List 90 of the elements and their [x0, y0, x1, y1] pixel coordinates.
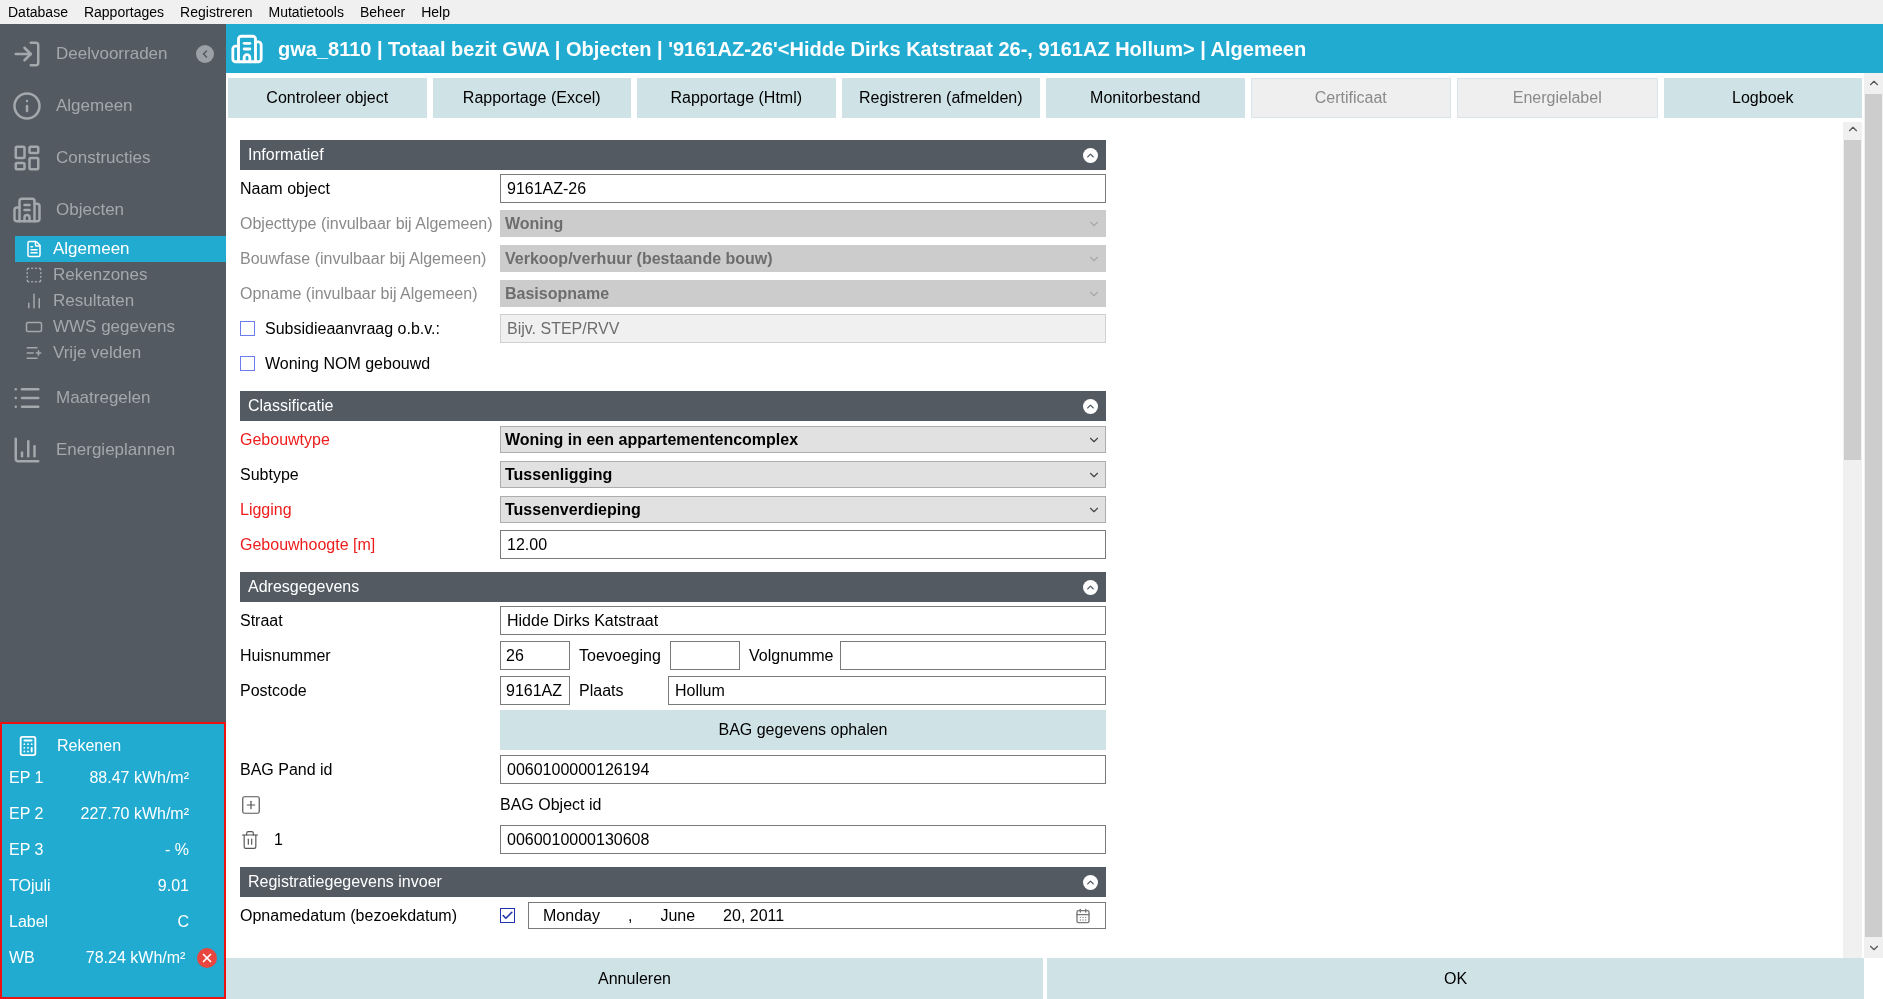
section-header[interactable]: Classificatie: [240, 391, 1106, 421]
row-index: 1: [274, 829, 283, 850]
metric-label: EP 2: [9, 804, 45, 824]
bar-chart-icon: [12, 435, 42, 465]
calculator-icon: [17, 735, 39, 757]
menu-item[interactable]: Rapportages: [83, 1, 165, 23]
footer-button[interactable]: OK: [1047, 958, 1864, 999]
menu-item[interactable]: Help: [421, 1, 450, 23]
metric-label: EP 1: [9, 768, 45, 788]
metric-label: WB: [9, 948, 36, 968]
metric-value: C: [176, 912, 189, 932]
fetch-button[interactable]: BAG gegevens ophalen: [500, 710, 1106, 750]
header-title: gwa_8110 | Totaal bezit GWA | Objecten | '9161AZ-26'<Hidde Dirks Katstraat 26-, 9161AZ Hollum> | Algemeen: [278, 36, 1307, 62]
metric-value: 78.24 kWh/m²: [84, 948, 186, 968]
field-label: Gebouwhoogte [m]: [240, 534, 377, 555]
info-icon: [12, 91, 42, 121]
text-field[interactable]: Hidde Dirks Katstraat: [500, 606, 1106, 635]
checkbox-label: Woning NOM gebouwd: [265, 353, 431, 374]
section-header[interactable]: Informatief: [240, 140, 1106, 170]
bar-chart-icon: [25, 292, 43, 310]
text-field[interactable]: 12.00: [500, 530, 1106, 559]
dropdown[interactable]: Tussenverdieping: [500, 496, 1106, 523]
checkbox[interactable]: [500, 908, 515, 923]
toolbar-button[interactable]: Registreren (afmelden): [841, 78, 1040, 118]
metric-value: - %: [164, 840, 189, 860]
text-field[interactable]: [840, 641, 1106, 670]
metric-value: 88.47 kWh/m²: [88, 768, 189, 788]
checkbox-label: Subsidieaanvraag o.b.v.:: [265, 318, 440, 339]
menu-item[interactable]: Mutatietools: [268, 1, 344, 23]
toolbar-button[interactable]: Controleer object: [228, 78, 427, 118]
field-label: Volgnumme: [748, 645, 835, 666]
field-label: Objecttype (invulbaar bij Algemeen): [240, 213, 494, 234]
metric-value: 9.01: [156, 876, 189, 896]
text-field[interactable]: Hollum: [668, 676, 1106, 705]
text-field[interactable]: 9161AZ: [500, 676, 570, 705]
calendar-icon[interactable]: [1075, 907, 1091, 924]
collapse-icon[interactable]: [1083, 398, 1098, 414]
field-label: BAG Object id: [500, 794, 602, 815]
metric-value: 227.70 kWh/m²: [79, 804, 189, 824]
checkbox[interactable]: [240, 356, 255, 371]
text-field[interactable]: 0060100000126194: [500, 755, 1106, 784]
checkbox[interactable]: [240, 321, 255, 336]
date-picker[interactable]: Monday , June 20, 2011: [528, 902, 1106, 929]
delete-icon[interactable]: [240, 829, 260, 850]
menu-item[interactable]: Database: [8, 1, 68, 23]
building-icon: [12, 195, 42, 225]
field-label: Gebouwtype: [240, 429, 331, 450]
toolbar-button[interactable]: Logboek: [1663, 78, 1862, 118]
toolbar-button[interactable]: Rapportage (Html): [637, 78, 836, 118]
field-label: Naam object: [240, 178, 331, 199]
metric-label: Label: [9, 912, 50, 932]
dashed-square-icon: [25, 266, 43, 284]
section-header[interactable]: Registratiegegevens invoer: [240, 867, 1106, 897]
field-label: Toevoeging: [578, 645, 662, 666]
text-field[interactable]: [670, 641, 740, 670]
section-header[interactable]: Adresgegevens: [240, 572, 1106, 602]
text-field[interactable]: 0060010000130608: [500, 825, 1106, 854]
field-label: Subtype: [240, 464, 300, 485]
metric-label: EP 3: [9, 840, 45, 860]
field-label: Plaats: [578, 680, 625, 701]
layout-icon: [12, 143, 42, 173]
document-icon: [25, 240, 43, 258]
toolbar-button[interactable]: Rapportage (Excel): [432, 78, 631, 118]
dropdown[interactable]: Woning in een appartementencomplex: [500, 426, 1106, 453]
field-label: Opname (invulbaar bij Algemeen): [240, 283, 479, 304]
list-plus-icon: [25, 344, 43, 362]
field-label: Opnamedatum (bezoekdatum): [240, 905, 458, 926]
metric-label: TOjuli: [9, 876, 52, 896]
collapse-icon[interactable]: [1083, 874, 1098, 890]
field-label: Huisnummer: [240, 645, 332, 666]
dropdown[interactable]: Tussenligging: [500, 461, 1106, 488]
add-icon[interactable]: [240, 793, 262, 816]
text-field[interactable]: 9161AZ-26: [500, 174, 1106, 203]
field-label: BAG Pand id: [240, 759, 334, 780]
scrollbar[interactable]: [1843, 122, 1862, 958]
scrollbar[interactable]: [1864, 73, 1883, 958]
panel-title: Rekenen: [57, 736, 122, 756]
login-icon: [12, 39, 42, 69]
field-label: Ligging: [240, 499, 293, 520]
footer-button[interactable]: Annuleren: [226, 958, 1043, 999]
menu-item[interactable]: Beheer: [359, 1, 406, 23]
field-label: Straat: [240, 610, 284, 631]
collapse-icon[interactable]: [1083, 579, 1098, 595]
collapse-button[interactable]: [196, 45, 214, 63]
toolbar-button[interactable]: Monitorbestand: [1046, 78, 1245, 118]
menu-item[interactable]: Registreren: [180, 1, 253, 23]
text-field[interactable]: 26: [500, 641, 570, 670]
collapse-icon[interactable]: [1083, 147, 1098, 163]
field-label: Bouwfase (invulbaar bij Algemeen): [240, 248, 488, 269]
field-label: Postcode: [240, 680, 308, 701]
